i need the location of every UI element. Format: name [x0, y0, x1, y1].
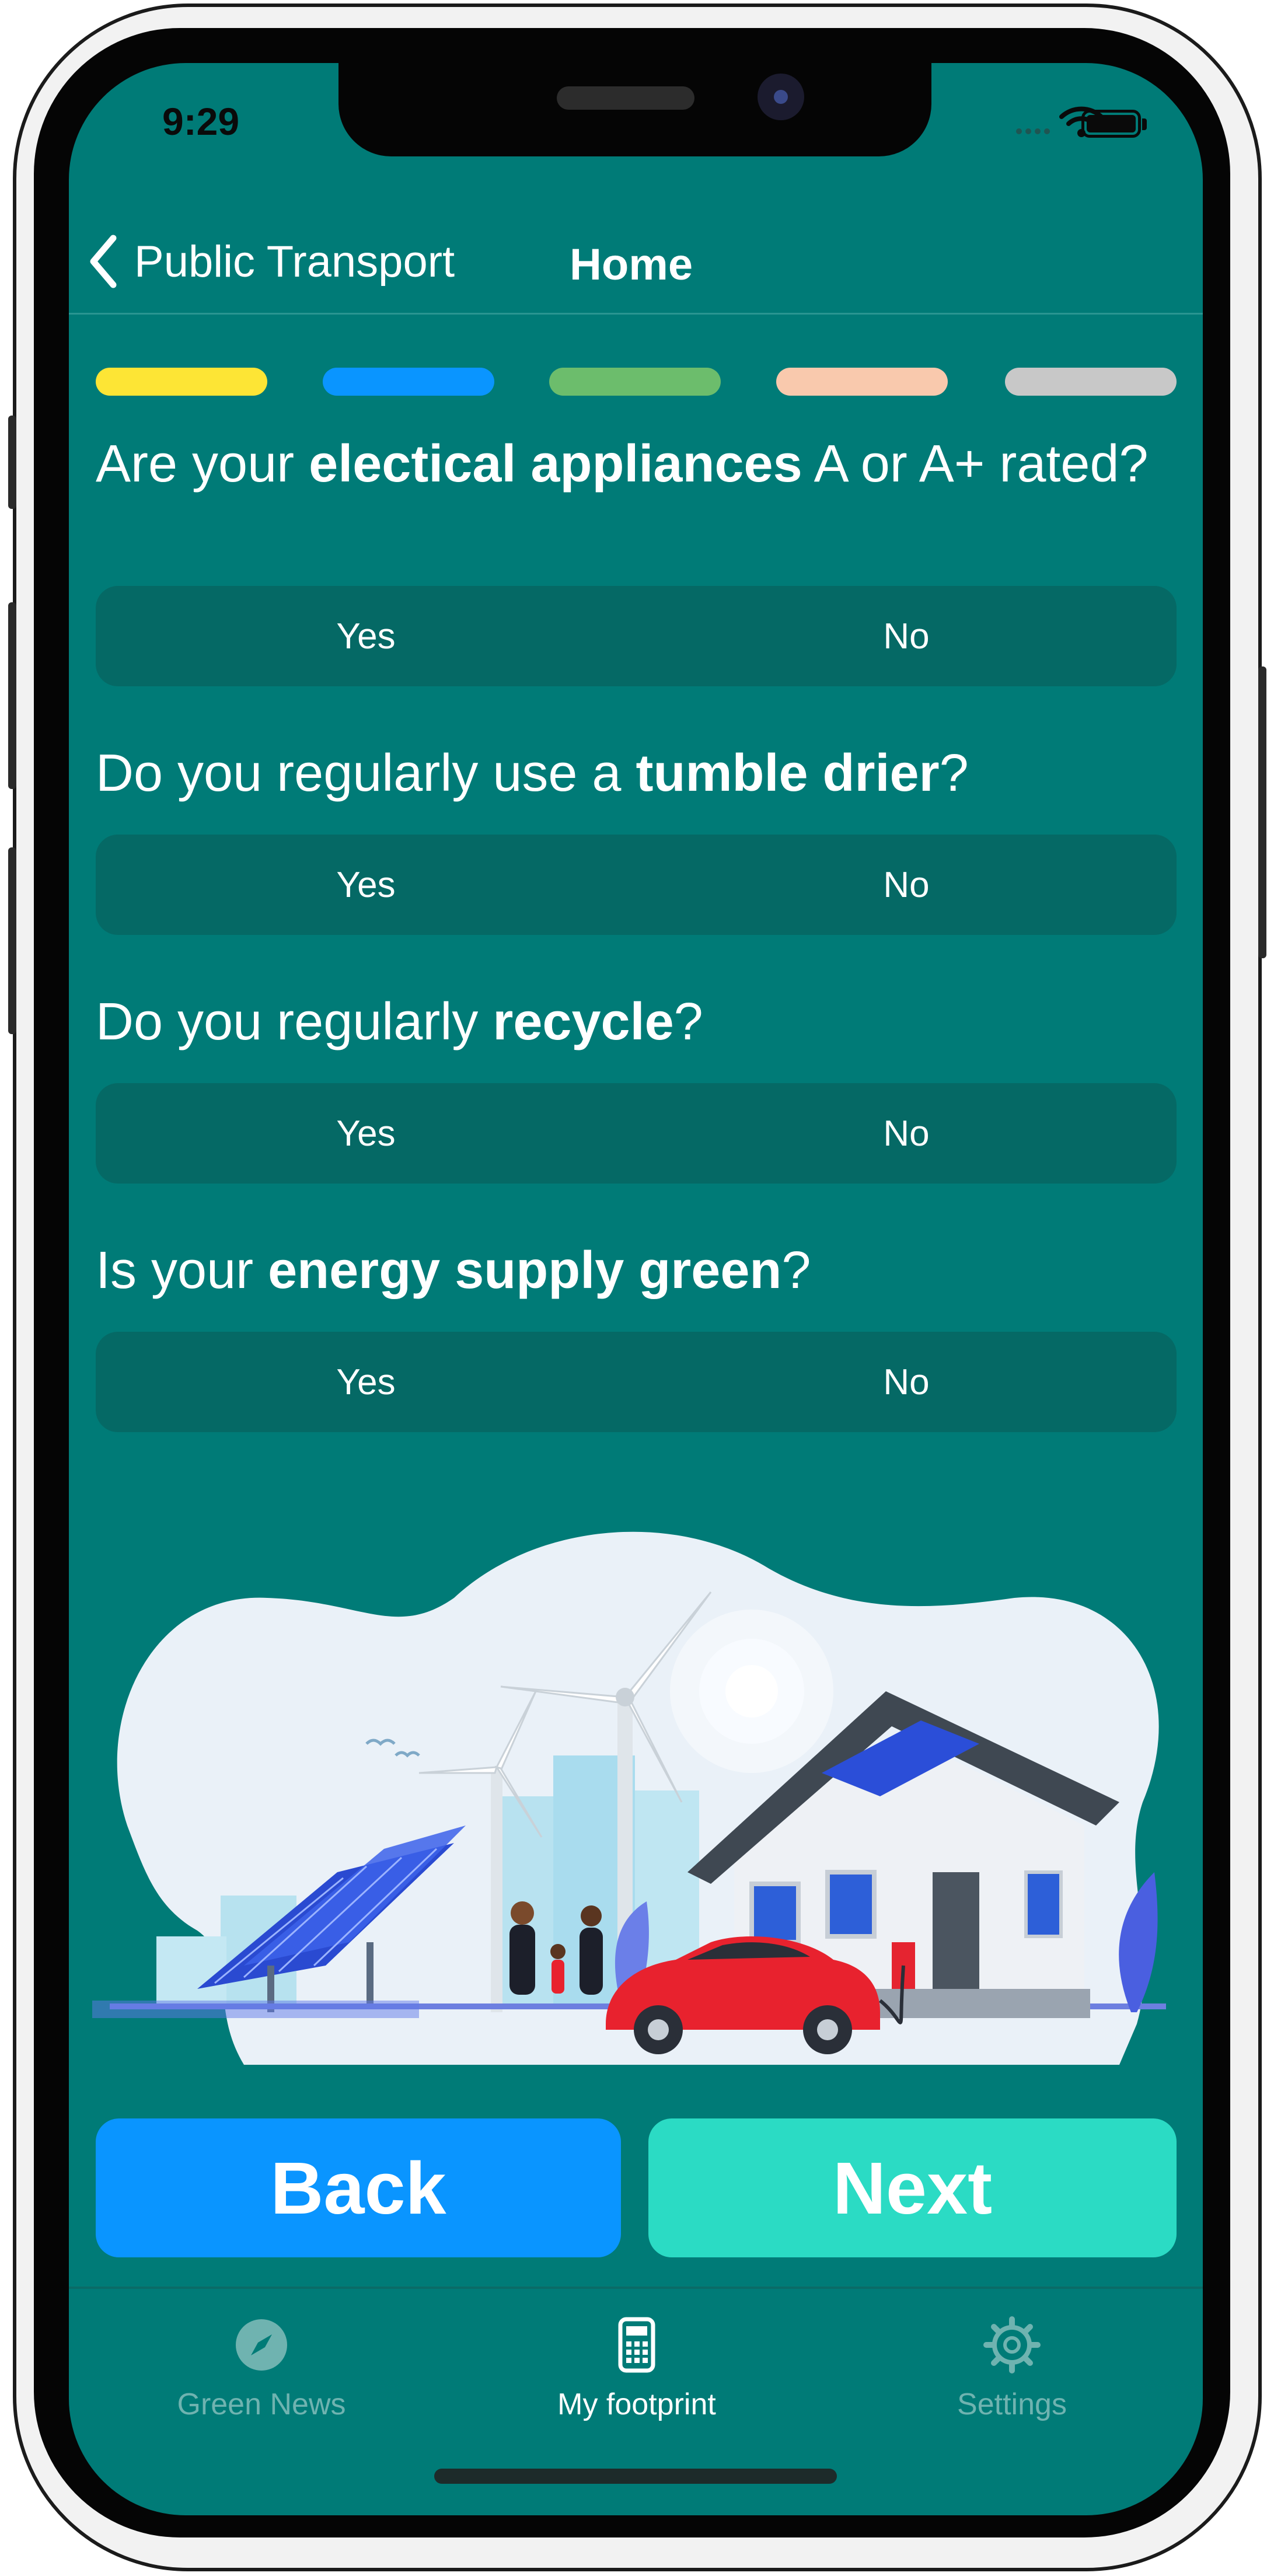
navigation-bar: Public Transport Home: [69, 209, 1203, 314]
ground: [92, 2001, 419, 2018]
chevron-left-icon: [90, 235, 117, 288]
progress-segment-5: [1005, 368, 1177, 396]
back-nav-button[interactable]: Public Transport: [86, 232, 455, 291]
tab-bar: Green News My footprint Settings: [69, 2289, 1203, 2464]
front-camera: [758, 74, 804, 120]
green-energy-illustration: [92, 1531, 1166, 2065]
tab-green-news[interactable]: Green News: [139, 2289, 384, 2441]
volume-down-button: [8, 847, 16, 1034]
question-keyword: electical appliances: [309, 435, 802, 493]
person: [580, 1928, 603, 1995]
person: [509, 1925, 535, 1995]
tumble-drier-answer-toggle: Yes No: [96, 835, 1177, 935]
sun-core: [725, 1665, 778, 1718]
progress-segment-2: [323, 368, 494, 396]
question-text: ?: [939, 744, 969, 802]
recycle-answer-toggle: Yes No: [96, 1083, 1177, 1184]
question-text: Do you regularly: [96, 993, 493, 1051]
energy-supply-yes-option[interactable]: Yes: [96, 1332, 636, 1432]
question-keyword: recycle: [493, 993, 674, 1051]
app-screen: 9:29 Public Transport Home Are your elec…: [69, 63, 1203, 2515]
signal-dot: [1016, 128, 1022, 134]
question-keyword: tumble drier: [636, 744, 940, 802]
car-hubcap: [648, 2019, 669, 2040]
status-time: 9:29: [162, 100, 240, 143]
question-energy-supply: Is your energy supply green?: [96, 1237, 1175, 1304]
tumble-drier-no-option[interactable]: No: [636, 835, 1177, 935]
car-hubcap: [817, 2019, 838, 2040]
gear-icon: [983, 2316, 1041, 2373]
building: [156, 1936, 226, 2006]
question-text: ?: [781, 1241, 811, 1300]
question-recycle: Do you regularly recycle?: [96, 989, 1175, 1055]
notch: [338, 63, 931, 156]
question-keyword: energy supply green: [268, 1241, 782, 1300]
person-head: [581, 1905, 602, 1926]
child: [552, 1960, 564, 1994]
signal-dot: [1025, 128, 1031, 134]
tab-label: Green News: [177, 2387, 346, 2421]
status-icons: [1016, 104, 1156, 139]
question-appliances: Are your electical appliances A or A+ ra…: [96, 431, 1175, 497]
progress-segment-3: [549, 368, 721, 396]
home-indicator: [434, 2469, 837, 2484]
question-text: ?: [673, 993, 703, 1051]
tab-settings[interactable]: Settings: [889, 2289, 1135, 2441]
progress-segment-1: [96, 368, 267, 396]
power-button: [1258, 666, 1266, 958]
question-text: A or A+ rated?: [802, 435, 1149, 493]
tab-label: My footprint: [557, 2387, 716, 2421]
next-button[interactable]: Next: [648, 2118, 1177, 2257]
turbine-tower: [491, 1767, 502, 2012]
appliances-answer-toggle: Yes No: [96, 586, 1177, 686]
back-nav-label: Public Transport: [134, 236, 455, 287]
energy-supply-answer-toggle: Yes No: [96, 1332, 1177, 1432]
progress-indicator: [96, 368, 1177, 396]
question-text: Is your: [96, 1241, 268, 1300]
page-title: Home: [570, 240, 693, 289]
turbine-hub: [616, 1688, 634, 1706]
question-tumble-drier: Do you regularly use a tumble drier?: [96, 740, 1175, 807]
tab-my-footprint[interactable]: My footprint: [514, 2289, 759, 2441]
calculator-icon: [618, 2317, 655, 2373]
house-window: [1024, 1870, 1063, 1938]
compass-icon: [236, 2319, 287, 2371]
panel-stand: [367, 1942, 374, 2006]
tab-label: Settings: [957, 2387, 1067, 2421]
house-window: [749, 1882, 801, 1945]
house-window: [825, 1870, 877, 1939]
recycle-yes-option[interactable]: Yes: [96, 1083, 636, 1184]
back-button[interactable]: Back: [96, 2118, 621, 2257]
nav-divider: [69, 313, 1203, 315]
appliances-no-option[interactable]: No: [636, 586, 1177, 686]
recycle-no-option[interactable]: No: [636, 1083, 1177, 1184]
question-text: Do you regularly use a: [96, 744, 636, 802]
mute-switch: [8, 416, 16, 509]
battery-icon: [1081, 110, 1141, 138]
volume-up-button: [8, 602, 16, 789]
appliances-yes-option[interactable]: Yes: [96, 586, 636, 686]
signal-dot: [1044, 128, 1050, 134]
progress-segment-4: [776, 368, 948, 396]
child-head: [550, 1944, 566, 1959]
person-head: [511, 1901, 534, 1925]
signal-dot: [1035, 128, 1041, 134]
speaker-grille: [557, 86, 694, 110]
question-text: Are your: [96, 435, 309, 493]
tumble-drier-yes-option[interactable]: Yes: [96, 835, 636, 935]
energy-supply-no-option[interactable]: No: [636, 1332, 1177, 1432]
